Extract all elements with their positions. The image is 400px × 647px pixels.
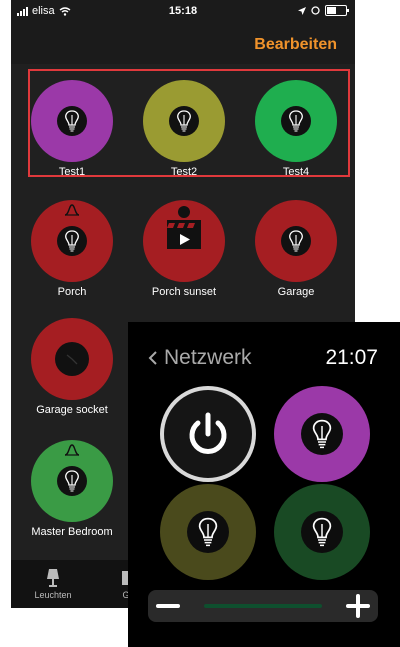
lamp-circle[interactable] bbox=[255, 200, 337, 282]
bulb-icon bbox=[57, 226, 87, 256]
watch-time: 21:07 bbox=[325, 346, 378, 369]
tab-lights[interactable]: Leuchten bbox=[18, 568, 88, 600]
brightness-slider[interactable] bbox=[148, 590, 378, 622]
lamp-button-3[interactable] bbox=[274, 484, 370, 580]
bulb-icon bbox=[57, 466, 87, 496]
back-button[interactable]: Netzwerk bbox=[148, 346, 252, 370]
lamp-circle[interactable] bbox=[31, 318, 113, 400]
status-bar: elisa 15:18 bbox=[11, 0, 355, 22]
bulb-icon bbox=[281, 226, 311, 256]
lamp-label: Garage bbox=[277, 286, 315, 298]
lamp-label: Porch bbox=[57, 286, 87, 298]
power-icon bbox=[189, 412, 227, 454]
watch-screen: Netzwerk 21:07 bbox=[128, 322, 400, 647]
lamp-master-bedroom[interactable]: Master Bedroom bbox=[17, 440, 127, 538]
curve-icon bbox=[64, 204, 80, 216]
battery-icon bbox=[325, 5, 349, 16]
lamp-label: Garage socket bbox=[36, 404, 108, 416]
power-button[interactable] bbox=[160, 386, 256, 482]
bulb-icon bbox=[301, 413, 343, 455]
alarm-icon bbox=[311, 6, 320, 15]
brightness-track[interactable] bbox=[204, 604, 322, 608]
lamp-circle[interactable] bbox=[31, 200, 113, 282]
curve-icon bbox=[64, 444, 80, 456]
lamp-porch[interactable]: Porch bbox=[17, 200, 127, 298]
tab-label: Leuchten bbox=[34, 590, 72, 600]
chevron-left-icon bbox=[148, 351, 157, 365]
location-icon bbox=[298, 6, 306, 15]
minus-icon[interactable] bbox=[156, 604, 180, 608]
lamp-icon bbox=[47, 569, 59, 587]
clapperboard-icon bbox=[167, 206, 201, 249]
lamp-button-1[interactable] bbox=[274, 386, 370, 482]
bulb-icon bbox=[301, 511, 343, 553]
lamp-porch-sunset[interactable]: Porch sunset bbox=[129, 200, 239, 298]
lamp-circle[interactable] bbox=[143, 200, 225, 282]
lamp-garage[interactable]: Garage bbox=[241, 200, 351, 298]
lamp-garage-socket[interactable]: Garage socket bbox=[17, 318, 127, 416]
socket-icon bbox=[55, 342, 89, 376]
edit-button[interactable]: Bearbeiten bbox=[254, 36, 337, 54]
lamp-label: Porch sunset bbox=[151, 286, 217, 298]
lamp-button-2[interactable] bbox=[160, 484, 256, 580]
selection-highlight bbox=[28, 69, 350, 177]
lamp-circle[interactable] bbox=[31, 440, 113, 522]
lamp-label: Master Bedroom bbox=[31, 526, 113, 538]
back-label: Netzwerk bbox=[164, 346, 252, 369]
bulb-icon bbox=[187, 511, 229, 553]
